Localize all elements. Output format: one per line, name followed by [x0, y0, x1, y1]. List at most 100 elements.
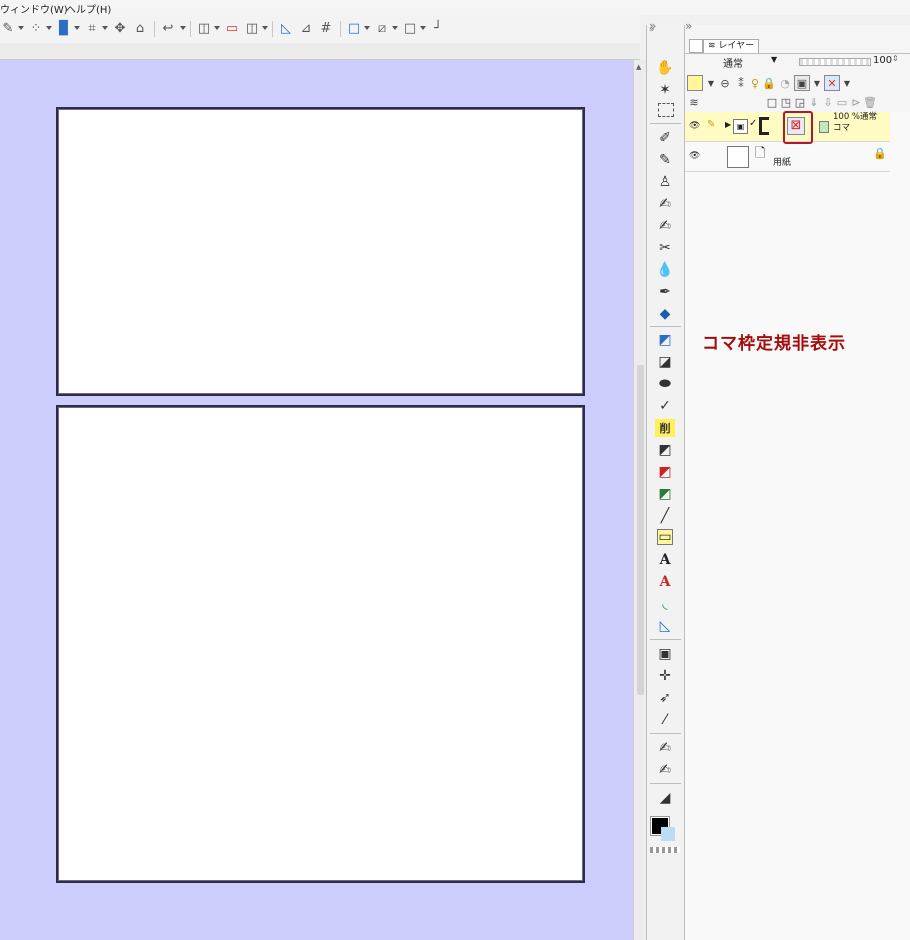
correct-line-icon[interactable]: ✓: [655, 397, 675, 415]
chevron-down-icon[interactable]: [18, 26, 24, 30]
undo-icon[interactable]: ↩: [160, 20, 176, 36]
mask-icon[interactable]: ⊖: [718, 76, 732, 90]
delete-icon[interactable]: 🗑: [863, 95, 877, 109]
scroll-up-icon[interactable]: ▲: [636, 63, 641, 71]
ruler-hide-icon[interactable]: ▭: [224, 20, 240, 36]
blend-tool-icon[interactable]: 💧: [655, 261, 675, 279]
chevron-down-icon[interactable]: [420, 26, 426, 30]
hand-tool-icon[interactable]: ✋: [655, 59, 675, 77]
menu-window[interactable]: ウィンドウ(W): [0, 1, 68, 16]
erase-tool[interactable]: 削: [655, 419, 675, 437]
fill-tool-icon[interactable]: ◩: [655, 331, 675, 349]
operation-tool-icon[interactable]: ▣: [655, 645, 675, 663]
sub-tool-icon[interactable]: ◢: [655, 789, 675, 807]
layer-color-icon[interactable]: [687, 75, 703, 91]
lasso-fill-icon[interactable]: ⬬: [655, 375, 675, 393]
chevron-down-icon[interactable]: [214, 26, 220, 30]
text-tool[interactable]: A: [655, 551, 675, 569]
ref-layer-icon[interactable]: ◔: [778, 76, 792, 90]
object-tool-icon[interactable]: ➶: [655, 689, 675, 707]
zoom-tool-icon[interactable]: ✶: [655, 81, 675, 99]
corner-icon[interactable]: ┘: [430, 20, 446, 36]
vector-tool-icon[interactable]: ◆: [655, 305, 675, 323]
move-down-icon[interactable]: ⇓: [807, 95, 821, 109]
balloon-tool[interactable]: A: [655, 573, 675, 591]
stamp-tool-icon[interactable]: ♙: [655, 173, 675, 191]
opacity-stepper-icon[interactable]: ⇕: [892, 54, 899, 63]
canvas-vertical-scrollbar[interactable]: ▲: [633, 60, 647, 940]
snap-special-icon[interactable]: ⊿: [298, 20, 314, 36]
move-layer-icon[interactable]: ✛: [655, 667, 675, 685]
transparent-color-icon[interactable]: [650, 847, 680, 853]
chevron-down-icon[interactable]: ▼: [704, 76, 718, 90]
comic-panel-top[interactable]: [56, 107, 585, 396]
line-tool-icon[interactable]: ╱: [655, 507, 675, 525]
comic-panel-bottom[interactable]: [56, 405, 585, 883]
gradient-red-icon[interactable]: ◩: [655, 463, 675, 481]
chevron-down-icon[interactable]: [46, 26, 52, 30]
chevron-down-icon[interactable]: [262, 26, 268, 30]
free-transform-icon[interactable]: ⌗: [84, 20, 100, 36]
chevron-down-icon[interactable]: [180, 26, 186, 30]
chevron-down-icon[interactable]: [102, 26, 108, 30]
transform-points-icon[interactable]: ⁘: [28, 20, 44, 36]
brush-tool-icon[interactable]: ✎: [655, 151, 675, 169]
collapse-arrow-icon[interactable]: »: [685, 19, 692, 33]
eyedropper-icon[interactable]: ⁄: [655, 711, 675, 729]
gradient-green-icon[interactable]: ◩: [655, 485, 675, 503]
expand-arrow-icon[interactable]: »: [649, 19, 656, 33]
clip-icon[interactable]: ✕: [824, 75, 840, 91]
opacity-slider[interactable]: [799, 58, 871, 66]
sub-brush-icon[interactable]: ✍: [655, 739, 675, 757]
pencil-tool-icon[interactable]: ✐: [655, 129, 675, 147]
chevron-down-icon[interactable]: [364, 26, 370, 30]
fill-refer-icon[interactable]: ◪: [655, 353, 675, 371]
brush-icon[interactable]: ✎: [0, 20, 16, 36]
layer-row-paper[interactable]: 👁 🗋 用紙 🔒: [685, 142, 890, 172]
new-folder-icon[interactable]: ◲: [793, 95, 807, 109]
canvas-area[interactable]: [0, 60, 633, 940]
tab-layer[interactable]: ≋ レイヤー: [703, 39, 760, 53]
ruler-curve-icon[interactable]: ◟: [655, 595, 675, 613]
chevron-down-icon[interactable]: [74, 26, 80, 30]
tab-icon[interactable]: [689, 39, 703, 53]
selection-rect-icon[interactable]: □: [346, 20, 362, 36]
edit-pen-icon[interactable]: ✎: [707, 119, 715, 130]
lock-icon[interactable]: 🔒: [762, 76, 776, 90]
fill-bucket-icon[interactable]: ⌂: [132, 20, 148, 36]
decoration-tool-icon[interactable]: ✍: [655, 217, 675, 235]
select-icon[interactable]: ✥: [112, 20, 128, 36]
blend-mode-select[interactable]: 通常 ▼: [705, 55, 795, 70]
eraser-scissors-icon[interactable]: ✂: [655, 239, 675, 257]
expand-folder-icon[interactable]: ▶: [725, 120, 731, 129]
mask-apply-icon[interactable]: ⊳: [849, 95, 863, 109]
sub-color-swatch[interactable]: [661, 827, 675, 841]
sub-brush-2-icon[interactable]: ✍: [655, 761, 675, 779]
visibility-eye-icon[interactable]: 👁: [689, 121, 700, 131]
scroll-thumb[interactable]: [637, 365, 644, 695]
frame-2-icon[interactable]: ◫: [244, 20, 260, 36]
draft-layer-icon[interactable]: ▣: [794, 75, 810, 91]
selection-diag-icon[interactable]: ⧄: [374, 20, 390, 36]
new-vector-icon[interactable]: ◳: [779, 95, 793, 109]
snap-ruler-icon[interactable]: ◺: [278, 20, 294, 36]
visibility-eye-icon[interactable]: 👁: [689, 151, 700, 161]
snap-grid-icon[interactable]: #: [318, 20, 334, 36]
selection-box-icon[interactable]: □: [402, 20, 418, 36]
new-raster-icon[interactable]: □: [765, 95, 779, 109]
copy-icon[interactable]: ▭: [835, 95, 849, 109]
menu-help[interactable]: ヘルプ(H): [66, 1, 111, 16]
chevron-down-icon[interactable]: ▼: [810, 76, 824, 90]
chevron-down-icon[interactable]: ▼: [840, 76, 854, 90]
frame-icon[interactable]: ◫: [196, 20, 212, 36]
gradient-tool-icon[interactable]: ◩: [655, 441, 675, 459]
layer-fill-icon[interactable]: ▉: [56, 20, 72, 36]
chevron-down-icon[interactable]: [392, 26, 398, 30]
selection-tool-icon[interactable]: [658, 103, 674, 117]
merge-icon[interactable]: ⇩: [821, 95, 835, 109]
frame-border-tool-icon[interactable]: ▭: [657, 529, 673, 545]
airbrush-tool-icon[interactable]: ✍: [655, 195, 675, 213]
light-icon[interactable]: ♀: [748, 76, 762, 90]
pen-tool-icon[interactable]: ✒: [655, 283, 675, 301]
tone-icon[interactable]: ⁑: [734, 76, 748, 90]
